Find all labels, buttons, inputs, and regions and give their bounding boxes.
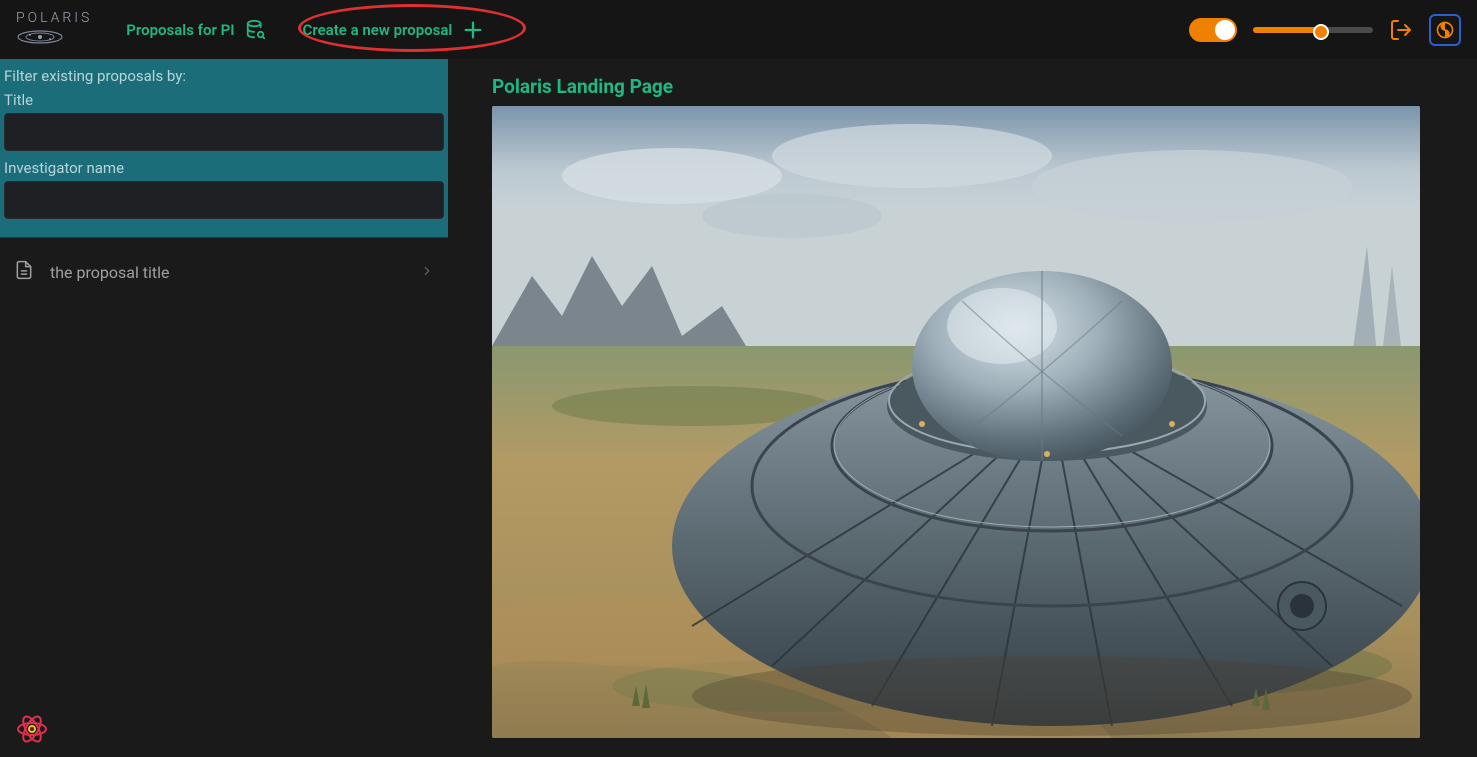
filter-heading: Filter existing proposals by: xyxy=(4,67,444,85)
nav-create-label: Create a new proposal xyxy=(303,21,453,39)
galaxy-swirl-icon xyxy=(16,28,64,46)
top-header: POLARIS Proposals for PI Create a ne xyxy=(0,0,1477,59)
logout-button[interactable] xyxy=(1389,18,1413,42)
filter-section: Filter existing proposals by: Title Inve… xyxy=(0,59,448,237)
proposal-title: the proposal title xyxy=(50,263,170,282)
landing-hero-image xyxy=(492,106,1420,738)
theme-toggle[interactable] xyxy=(1189,18,1237,42)
plus-icon xyxy=(462,19,484,41)
color-mode-button[interactable] xyxy=(1429,14,1461,46)
proposal-list-item[interactable]: the proposal title xyxy=(0,250,448,294)
nav-proposals-label: Proposals for PI xyxy=(126,21,234,39)
title-field-label: Title xyxy=(4,91,444,109)
nav-proposals-for-pi[interactable]: Proposals for PI xyxy=(116,13,276,47)
main-content: Polaris Landing Page xyxy=(448,59,1477,757)
yin-yang-icon xyxy=(1435,20,1455,40)
proposal-list: the proposal title xyxy=(0,237,448,294)
page-title: Polaris Landing Page xyxy=(492,75,1433,98)
document-icon xyxy=(14,260,34,284)
sidebar-filter-panel: Filter existing proposals by: Title Inve… xyxy=(0,59,448,757)
logout-icon xyxy=(1389,18,1413,42)
brand-logo: POLARIS xyxy=(16,10,92,50)
investigator-filter-input[interactable] xyxy=(4,181,444,219)
chevron-right-icon xyxy=(420,263,434,282)
database-search-icon xyxy=(245,19,267,41)
title-filter-input[interactable] xyxy=(4,113,444,151)
header-right-controls xyxy=(1189,14,1461,46)
atom-flower-badge-icon xyxy=(14,711,50,747)
brightness-slider[interactable] xyxy=(1253,27,1373,33)
investigator-field-label: Investigator name xyxy=(4,159,444,177)
brand-name: POLARIS xyxy=(16,10,92,26)
nav-create-proposal[interactable]: Create a new proposal xyxy=(293,13,495,47)
